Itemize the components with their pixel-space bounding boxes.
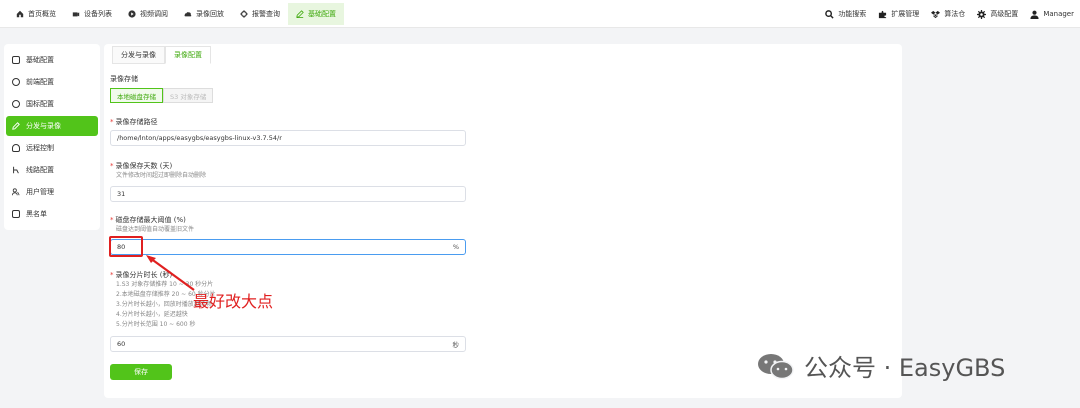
sidebar-item-line-config[interactable]: 线路配置 [6,160,98,180]
sidebar-item-label: 远程控制 [26,144,54,152]
nav-label: 视频调阅 [140,10,168,18]
tab-bar: 分发与录像 录像配置 [112,46,211,64]
play-circle-icon [128,10,136,18]
sidebar-item-frontend-config[interactable]: 前端配置 [6,72,98,92]
user-menu[interactable]: Manager [1030,10,1074,19]
days-label: * 录像保存天数 (天) [110,161,172,171]
settings-icon [12,100,20,108]
slice-hint-4: 4.分片时长越小，延迟越快 [116,311,188,318]
sidebar-item-distribution-recording[interactable]: 分发与录像 [6,116,98,136]
storage-type-selector: 本地磁盘存储 S3 对象存储 [110,88,214,103]
sidebar-item-gb-config[interactable]: 国标配置 [6,94,98,114]
nav-label: 基础配置 [308,10,336,18]
path-label-text: 录像存储路径 [115,118,158,126]
watermark-text: 公众号 · EasyGBS [804,354,1006,382]
document-icon [12,56,20,64]
highlight-box [109,236,143,257]
nav-item-playback[interactable]: 录像回放 [176,3,232,25]
save-button[interactable]: 保存 [110,364,172,380]
sidebar-item-user-management[interactable]: 用户管理 [6,182,98,202]
edit-icon [12,122,20,130]
sidebar-item-label: 黑名单 [26,210,47,218]
sidebar-item-basic-config[interactable]: 基础配置 [6,50,98,70]
cloud-icon [12,144,20,152]
required-mark: * [110,118,114,126]
days-hint: 文件修改时间超过即删除自动删除 [116,172,207,179]
top-nav: 首页概览 设备列表 视频调阅 录像回放 报警查询 基础配置 [8,3,344,25]
tab-distribution-recording[interactable]: 分发与录像 [112,46,165,64]
s3-storage-option[interactable]: S3 对象存储 [163,88,214,103]
slice-duration-value: 60 [117,340,126,348]
sidebar-item-label: 线路配置 [26,166,54,174]
search-icon [825,9,834,19]
nav-item-video[interactable]: 视频调阅 [120,3,176,25]
retention-days-value: 31 [117,190,126,198]
required-mark: * [110,162,114,170]
top-bar: 首页概览 设备列表 视频调阅 录像回放 报警查询 基础配置 功能搜索 扩展管理 … [0,0,1080,28]
nav-item-basic-config[interactable]: 基础配置 [288,3,344,25]
path-label: * 录像存储路径 [110,117,158,127]
nav-label: 录像回放 [196,10,224,18]
header-tools: 功能搜索 扩展管理 算法仓 高级配置 Manager [825,3,1074,25]
days-label-text: 录像保存天数 (天) [115,162,173,170]
gear-icon [977,9,987,19]
nav-item-home[interactable]: 首页概览 [8,3,64,25]
gear-alarm-icon [240,10,248,18]
sidebar: 基础配置 前端配置 国标配置 分发与录像 远程控制 线路配置 用户管理 黑名单 [4,44,100,230]
watermark: 公众号 · EasyGBS [756,348,1005,383]
branch-icon [13,166,19,174]
seconds-suffix: 秒 [452,341,460,349]
local-disk-option[interactable]: 本地磁盘存储 [110,88,163,103]
dropbox-icon [931,10,941,18]
sidebar-item-label: 基础配置 [26,56,54,64]
sidebar-item-label: 国标配置 [26,100,54,108]
list-icon [12,210,20,218]
tool-label: 功能搜索 [838,10,867,18]
extension-management-button[interactable]: 扩展管理 [878,9,919,19]
disk-threshold-label: * 磁盘存储最大阈值 (%) [110,215,186,225]
slice-hint-5: 5.分片时长范围 10 ~ 600 秒 [116,321,196,328]
nav-label: 设备列表 [84,10,112,18]
tool-label: 高级配置 [990,10,1019,18]
user-name: Manager [1043,10,1074,18]
sidebar-item-label: 前端配置 [26,78,54,86]
sidebar-item-label: 分发与录像 [26,122,61,130]
retention-days-input[interactable]: 31 [110,186,466,202]
advanced-config-button[interactable]: 高级配置 [977,9,1018,19]
required-mark: * [110,271,114,279]
wechat-icon [758,353,794,379]
tool-label: 扩展管理 [891,10,920,18]
storage-path-value: /home/lnton/apps/easygbs/easygbs-linux-v… [117,134,282,142]
puzzle-icon [879,10,887,18]
storage-section-label: 录像存储 [110,75,138,83]
disk-threshold-hint: 磁盘达到阈值自动覆盖旧文件 [116,226,195,233]
nav-item-alarm[interactable]: 报警查询 [232,3,288,25]
camera-icon [72,12,80,17]
tab-recording-config[interactable]: 录像配置 [165,46,211,64]
percent-suffix: % [452,243,459,251]
required-mark: * [110,216,114,224]
slice-duration-input[interactable]: 60 秒 [110,336,466,352]
gear-icon [12,78,20,86]
users-icon [12,188,20,196]
home-icon [16,10,24,18]
nav-label: 报警查询 [252,10,280,18]
sidebar-item-label: 用户管理 [26,188,54,196]
tool-label: 算法仓 [944,10,966,18]
cloud-icon [184,12,192,17]
sidebar-item-blacklist[interactable]: 黑名单 [6,204,98,224]
sidebar-item-remote-control[interactable]: 远程控制 [6,138,98,158]
storage-path-input[interactable]: /home/lnton/apps/easygbs/easygbs-linux-v… [110,130,466,146]
feature-search-button[interactable]: 功能搜索 [825,9,866,19]
nav-item-devices[interactable]: 设备列表 [64,3,120,25]
disk-threshold-label-text: 磁盘存储最大阈值 (%) [115,216,186,224]
annotation-text: 最好改大点 [193,292,274,311]
main-panel: 分发与录像 录像配置 录像存储 本地磁盘存储 S3 对象存储 * 录像存储路径 /… [104,44,902,398]
user-icon [1030,10,1039,19]
nav-label: 首页概览 [28,10,56,18]
annotation-arrow [146,255,195,291]
algorithm-store-button[interactable]: 算法仓 [931,9,965,19]
edit-icon [296,10,304,18]
